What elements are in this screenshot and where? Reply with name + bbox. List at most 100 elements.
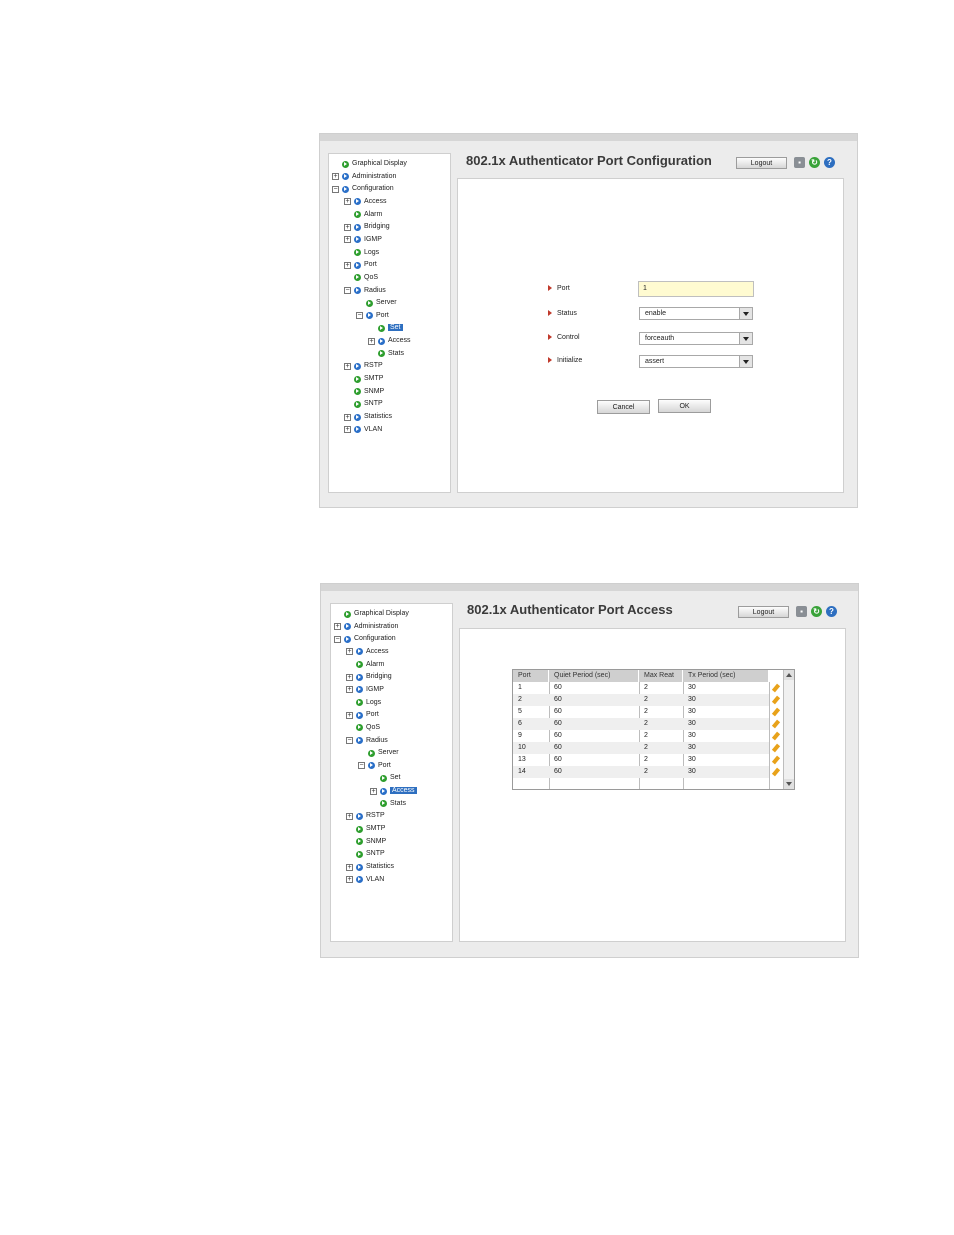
edit-pencil-icon[interactable] — [771, 767, 781, 777]
column-header[interactable]: Port — [513, 670, 549, 682]
expand-icon[interactable]: + — [344, 223, 351, 231]
initialize-select[interactable]: assert — [639, 355, 753, 368]
expand-icon[interactable]: + — [344, 413, 351, 421]
port-input[interactable]: 1 — [638, 281, 754, 297]
tree-node[interactable]: + Access — [344, 196, 387, 208]
tree-node[interactable]: + Access — [368, 335, 411, 347]
help-icon[interactable]: ? — [826, 606, 837, 617]
help-icon[interactable]: ? — [824, 157, 835, 168]
collapse-icon[interactable]: − — [344, 287, 351, 294]
tree-node[interactable]: + Statistics — [344, 411, 392, 423]
column-header[interactable]: Quiet Period (sec) — [549, 670, 639, 682]
table-row[interactable]: 10 60 2 30 — [513, 742, 781, 754]
tree-node[interactable]: + Statistics — [346, 861, 394, 873]
tree-node[interactable]: − Port — [358, 760, 391, 772]
tree-node[interactable]: SMTP — [356, 823, 385, 835]
edit-pencil-icon[interactable] — [771, 695, 781, 705]
tree-node[interactable]: Logs — [354, 247, 379, 259]
tree-node[interactable]: QoS — [354, 272, 378, 284]
table-row[interactable]: 6 60 2 30 — [513, 718, 781, 730]
expand-icon[interactable]: + — [368, 337, 375, 345]
tree-node[interactable]: − Configuration — [332, 183, 394, 195]
control-select[interactable]: forceauth — [639, 332, 753, 345]
edit-pencil-icon[interactable] — [771, 755, 781, 765]
tree-node[interactable]: + Administration — [332, 171, 396, 183]
tree-node[interactable]: SNMP — [354, 386, 384, 398]
tree-node[interactable]: + Administration — [334, 621, 398, 633]
tree-node[interactable]: + RSTP — [344, 360, 383, 372]
tree-node[interactable]: − Radius — [344, 285, 386, 297]
expand-icon[interactable]: + — [346, 812, 353, 820]
expand-icon[interactable]: + — [344, 261, 351, 269]
table-scrollbar[interactable] — [783, 670, 794, 789]
tree-node[interactable]: SNMP — [356, 836, 386, 848]
tree-node[interactable]: + Bridging — [344, 221, 390, 233]
table-row[interactable]: 5 60 2 30 — [513, 706, 781, 718]
refresh-icon[interactable]: ↻ — [811, 606, 822, 617]
expand-icon[interactable]: + — [370, 787, 377, 795]
collapse-icon[interactable]: − — [332, 185, 339, 193]
expand-icon[interactable]: + — [344, 362, 351, 370]
collapse-icon[interactable]: − — [346, 737, 353, 744]
tree-node[interactable]: SNTP — [354, 398, 383, 410]
tree-node[interactable]: Alarm — [354, 209, 382, 221]
tree-node[interactable]: + Access — [370, 785, 417, 797]
cancel-button[interactable]: Cancel — [597, 400, 650, 414]
edit-pencil-icon[interactable] — [771, 683, 781, 693]
save-icon[interactable]: ▪ — [794, 157, 805, 168]
logout-button[interactable]: Logout — [738, 606, 789, 618]
tree-node[interactable]: Graphical Display — [344, 608, 409, 620]
tree-node[interactable]: Logs — [356, 697, 381, 709]
table-row[interactable]: 2 60 2 30 — [513, 694, 781, 706]
collapse-icon[interactable]: − — [358, 762, 365, 770]
logout-button[interactable]: Logout — [736, 157, 787, 169]
refresh-icon[interactable]: ↻ — [809, 157, 820, 168]
collapse-icon[interactable]: − — [334, 635, 341, 643]
table-row[interactable]: 1 60 2 30 — [513, 682, 781, 694]
expand-icon[interactable]: + — [344, 236, 351, 244]
edit-pencil-icon[interactable] — [771, 707, 781, 717]
expand-icon[interactable]: + — [346, 863, 353, 871]
scroll-down-arrow[interactable] — [784, 779, 794, 789]
column-header[interactable]: Max Reat — [639, 670, 683, 682]
expand-icon[interactable]: + — [346, 673, 353, 681]
table-row[interactable]: 13 60 2 30 — [513, 754, 781, 766]
table-row[interactable]: 9 60 2 30 — [513, 730, 781, 742]
tree-node[interactable]: Set — [380, 772, 401, 784]
expand-icon[interactable]: + — [332, 173, 339, 181]
table-row[interactable]: 14 60 2 30 — [513, 766, 781, 778]
tree-node[interactable]: + Bridging — [346, 671, 392, 683]
tree-node[interactable]: + VLAN — [346, 874, 384, 886]
scroll-up-arrow[interactable] — [784, 670, 794, 680]
expand-icon[interactable]: + — [344, 426, 351, 434]
column-header[interactable]: Tx Period (sec) — [683, 670, 769, 682]
expand-icon[interactable]: + — [344, 198, 351, 206]
tree-node[interactable]: Server — [366, 297, 397, 309]
tree-node[interactable]: SNTP — [356, 848, 385, 860]
tree-node[interactable]: + IGMP — [344, 234, 382, 246]
tree-node[interactable]: + VLAN — [344, 424, 382, 436]
tree-node[interactable]: + RSTP — [346, 810, 385, 822]
expand-icon[interactable]: + — [346, 686, 353, 694]
tree-node[interactable]: Alarm — [356, 659, 384, 671]
tree-node[interactable]: Stats — [380, 798, 406, 810]
tree-node[interactable]: Set — [378, 322, 403, 334]
ok-button[interactable]: OK — [658, 399, 711, 413]
tree-node[interactable]: Stats — [378, 348, 404, 360]
tree-node[interactable]: − Configuration — [334, 633, 396, 645]
tree-node[interactable]: − Port — [356, 310, 389, 322]
expand-icon[interactable]: + — [346, 648, 353, 656]
tree-node[interactable]: + Port — [344, 259, 377, 271]
edit-pencil-icon[interactable] — [771, 719, 781, 729]
tree-node[interactable]: + IGMP — [346, 684, 384, 696]
tree-node[interactable]: + Access — [346, 646, 389, 658]
status-select[interactable]: enable — [639, 307, 753, 320]
expand-icon[interactable]: + — [346, 711, 353, 719]
collapse-icon[interactable]: − — [356, 312, 363, 320]
expand-icon[interactable]: + — [346, 876, 353, 884]
expand-icon[interactable]: + — [334, 623, 341, 631]
tree-node[interactable]: − Radius — [346, 735, 388, 747]
tree-node[interactable]: SMTP — [354, 373, 383, 385]
edit-pencil-icon[interactable] — [771, 743, 781, 753]
tree-node[interactable]: QoS — [356, 722, 380, 734]
